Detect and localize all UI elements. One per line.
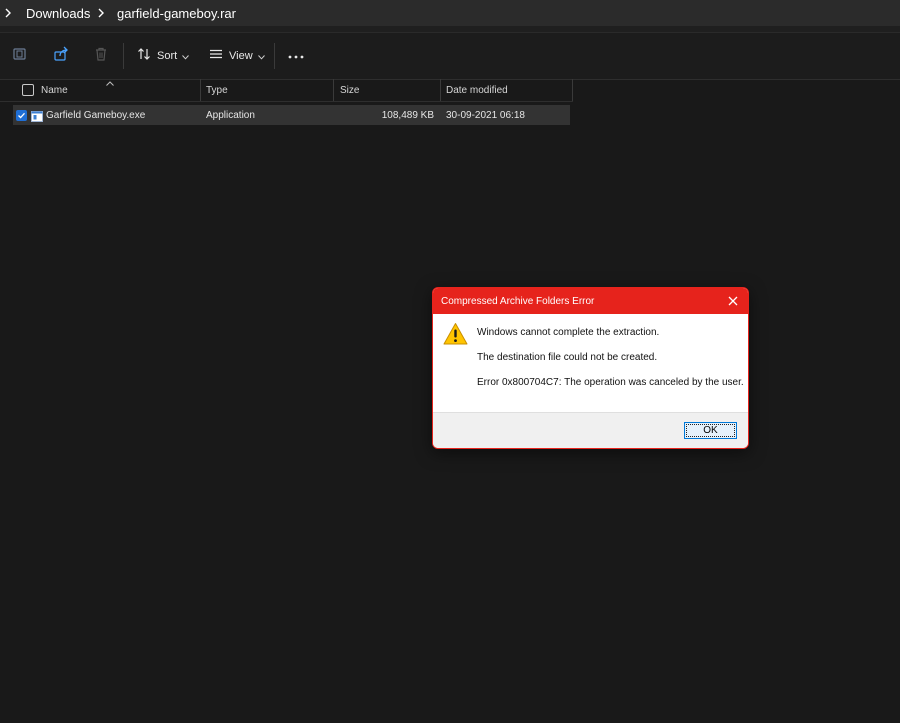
more-options-button[interactable] <box>288 43 304 69</box>
select-all-checkbox[interactable] <box>22 84 34 96</box>
dialog-message-error-code: Error 0x800704C7: The operation was canc… <box>477 377 744 388</box>
dialog-title: Compressed Archive Folders Error <box>441 295 595 307</box>
close-icon[interactable] <box>726 294 740 308</box>
view-label: View <box>229 50 253 62</box>
sort-icon <box>137 47 151 66</box>
row-checkbox[interactable] <box>16 110 27 121</box>
chevron-right-icon <box>95 7 107 19</box>
warning-icon <box>443 322 468 350</box>
column-header-row: Name Type Size Date modified <box>0 79 573 102</box>
file-size: 108,489 KB <box>381 109 434 121</box>
more-icon <box>288 47 304 65</box>
column-divider[interactable] <box>572 79 573 101</box>
extract-icon <box>12 46 28 67</box>
extract-button[interactable] <box>12 43 28 69</box>
address-bar[interactable]: Downloads garfield-gameboy.rar <box>0 0 900 26</box>
chevron-down-icon <box>182 47 190 65</box>
column-divider[interactable] <box>440 79 441 101</box>
application-file-icon <box>31 109 43 127</box>
command-bar: Sort View <box>0 33 900 80</box>
column-header-size[interactable]: Size <box>340 79 359 101</box>
trash-icon <box>93 46 109 67</box>
dialog-footer: OK <box>433 412 748 448</box>
list-view-icon <box>209 47 223 66</box>
sort-button[interactable]: Sort <box>137 43 190 69</box>
dialog-title-bar[interactable]: Compressed Archive Folders Error <box>433 288 748 314</box>
breadcrumb-item-archive[interactable]: garfield-gameboy.rar <box>117 6 236 21</box>
share-button[interactable] <box>53 43 69 69</box>
share-icon <box>53 46 69 67</box>
chevron-right-icon[interactable] <box>2 7 14 19</box>
address-bar-divider <box>0 26 900 33</box>
delete-button[interactable] <box>93 43 109 69</box>
dialog-body: Windows cannot complete the extraction. … <box>433 314 748 412</box>
ok-button[interactable]: OK <box>684 422 737 439</box>
toolbar-separator <box>123 43 124 69</box>
file-name[interactable]: Garfield Gameboy.exe <box>46 105 145 125</box>
file-date-modified: 30-09-2021 06:18 <box>446 109 525 121</box>
chevron-down-icon <box>257 47 265 65</box>
table-row[interactable]: Garfield Gameboy.exe Application 108,489… <box>13 105 570 125</box>
dialog-message-primary: Windows cannot complete the extraction. <box>477 327 660 338</box>
column-divider[interactable] <box>333 79 334 101</box>
breadcrumb-item-downloads[interactable]: Downloads <box>26 6 90 21</box>
column-divider[interactable] <box>200 79 201 101</box>
view-button[interactable]: View <box>209 43 265 69</box>
sort-label: Sort <box>157 50 178 62</box>
toolbar-separator <box>274 43 275 69</box>
file-type: Application <box>206 109 255 121</box>
dialog-message-detail: The destination file could not be create… <box>477 352 658 363</box>
error-dialog: Compressed Archive Folders Error Windows… <box>432 287 749 449</box>
column-header-type[interactable]: Type <box>206 79 228 101</box>
column-header-name[interactable]: Name <box>41 79 68 101</box>
column-header-date-modified[interactable]: Date modified <box>446 79 508 101</box>
